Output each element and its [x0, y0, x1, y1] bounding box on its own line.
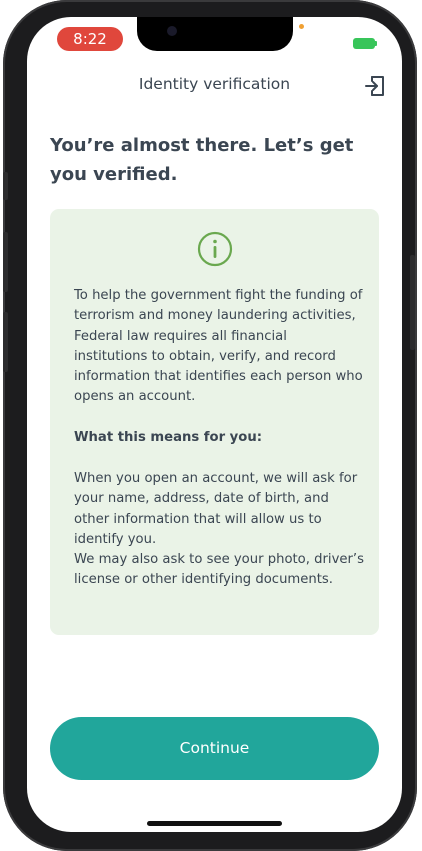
privacy-indicator-dot — [299, 24, 304, 29]
volume-down-button — [3, 312, 8, 372]
info-paragraph-2: When you open an account, we will ask fo… — [74, 471, 358, 547]
home-indicator — [147, 821, 282, 826]
status-time: 8:22 — [57, 27, 123, 51]
phone-frame: 8:22 Identity verification You’re almost… — [3, 0, 417, 851]
info-paragraph-3: We may also ask to see your photo, drive… — [74, 552, 364, 588]
info-subheading: What this means for you: — [74, 430, 263, 445]
continue-button[interactable]: Continue — [50, 717, 379, 780]
battery-icon — [353, 38, 375, 49]
logout-icon[interactable] — [363, 74, 387, 98]
info-paragraph-1: To help the government fight the funding… — [74, 288, 363, 405]
page-title: Identity verification — [138, 75, 291, 93]
screen: 8:22 Identity verification You’re almost… — [27, 17, 402, 832]
power-button — [410, 255, 415, 350]
notch — [137, 17, 293, 51]
camera-icon — [167, 26, 177, 36]
info-icon — [197, 231, 233, 267]
volume-up-button — [3, 232, 8, 292]
battery-tip — [375, 41, 377, 46]
info-card: To help the government fight the funding… — [50, 209, 379, 635]
headline: You’re almost there. Let’s get you verif… — [50, 135, 354, 185]
mute-switch — [3, 172, 8, 200]
